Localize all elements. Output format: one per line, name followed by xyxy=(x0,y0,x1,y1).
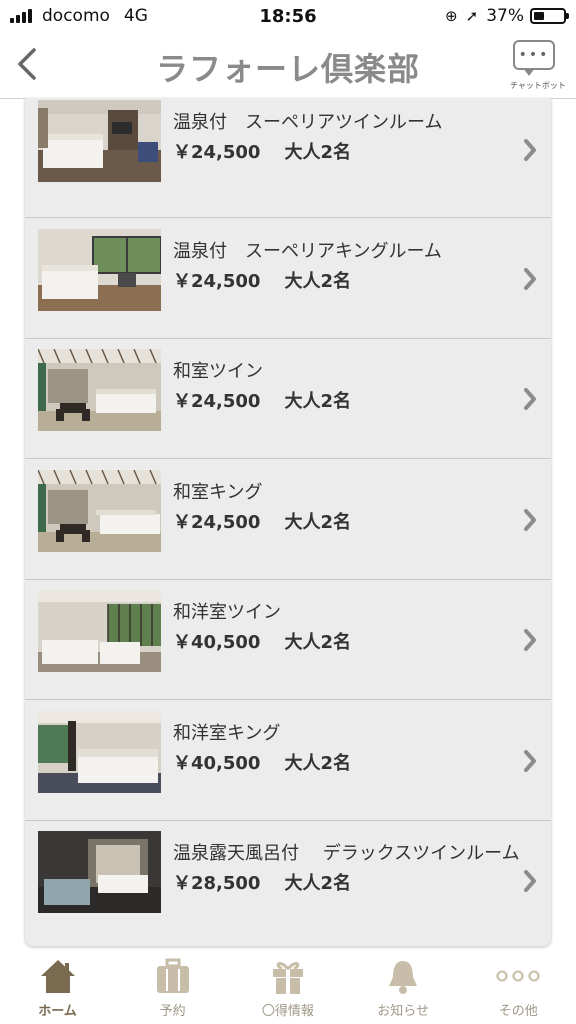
home-icon xyxy=(0,956,115,996)
tab-label: ホーム xyxy=(38,1004,77,1019)
room-guests: 大人2名 xyxy=(284,270,351,292)
tab-gift[interactable]: 〇得情報 xyxy=(230,956,345,1024)
room-thumbnail xyxy=(38,831,161,913)
chevron-right-icon xyxy=(524,508,536,531)
orientation-lock-icon: ⊕ xyxy=(445,7,458,25)
room-price: ￥24,500 xyxy=(173,270,261,292)
tab-home[interactable]: ホーム xyxy=(0,956,115,1024)
room-price-row: ￥28,500 大人2名 xyxy=(173,869,351,895)
tab-label: 予約 xyxy=(159,1004,186,1019)
room-price: ￥40,500 xyxy=(173,632,261,653)
room-thumbnail xyxy=(38,710,161,793)
room-name: 和洋室ツイン xyxy=(173,602,281,623)
room-thumbnail xyxy=(38,228,161,311)
room-price-row: ￥24,500 大人2名 xyxy=(173,138,351,164)
room-price-row: ￥24,500 大人2名 xyxy=(173,508,351,534)
battery-percent: 37% xyxy=(486,6,524,26)
room-guests: 大人2名 xyxy=(284,632,351,653)
chevron-right-icon xyxy=(524,267,536,290)
room-name: 和室ツイン xyxy=(173,361,263,382)
room-list-item[interactable]: 和洋室キング ￥40,500 大人2名 xyxy=(25,701,551,821)
chevron-right-icon xyxy=(524,388,536,410)
tab-suitcase[interactable]: 予約 xyxy=(115,956,230,1024)
chatbot-button[interactable]: ••• チャットボット xyxy=(510,40,566,92)
room-list-item[interactable]: 温泉露天風呂付 デラックスツインルーム ￥28,500 大人2名 xyxy=(25,821,551,941)
tab-bell[interactable]: お知らせ xyxy=(346,956,461,1024)
room-list: 温泉付 スーペリアツインルーム ￥24,500 大人2名 温泉付 スーペリアキングルー… xyxy=(25,98,551,946)
room-thumbnail xyxy=(38,349,161,431)
room-name: 温泉付 スーペリアツインルーム xyxy=(173,112,443,133)
room-list-item[interactable]: 和洋室ツイン ￥40,500 大人2名 xyxy=(25,580,551,700)
room-price: ￥40,500 xyxy=(173,752,261,774)
room-list-item[interactable]: 温泉付 スーペリアツインルーム ￥24,500 大人2名 xyxy=(25,98,551,218)
room-name: 温泉付 スーペリアキングルーム xyxy=(173,240,442,262)
room-price: ￥24,500 xyxy=(173,391,261,412)
chat-dots: ••• xyxy=(518,47,550,63)
room-name: 和洋室キング xyxy=(173,722,281,744)
room-guests: 大人2名 xyxy=(284,511,351,533)
chevron-right-icon xyxy=(524,139,536,161)
room-name: 温泉露天風呂付 デラックスツインルーム xyxy=(173,843,520,864)
room-thumbnail xyxy=(38,469,161,552)
tab-label: その他 xyxy=(498,1004,538,1019)
room-list-item[interactable]: 和室キング ￥24,500 大人2名 xyxy=(25,460,551,580)
room-price-row: ￥40,500 大人2名 xyxy=(173,749,351,775)
tab-label: お知らせ xyxy=(377,1004,429,1019)
chevron-right-icon xyxy=(524,629,536,651)
bell-icon xyxy=(346,956,461,996)
chevron-right-icon xyxy=(524,870,536,892)
status-bar: docomo 4G 18:56 ⊕ ➚ 37% xyxy=(0,0,576,34)
room-thumbnail xyxy=(38,100,161,182)
room-thumbnail xyxy=(38,590,161,672)
chevron-right-icon xyxy=(524,749,536,772)
room-price: ￥24,500 xyxy=(173,142,261,163)
room-price: ￥28,500 xyxy=(173,873,261,894)
battery-icon xyxy=(530,8,569,24)
room-price-row: ￥24,500 大人2名 xyxy=(173,387,351,413)
room-guests: 大人2名 xyxy=(284,752,351,774)
tab-label: 〇得情報 xyxy=(261,1004,314,1019)
room-guests: 大人2名 xyxy=(284,391,351,412)
room-price-row: ￥24,500 大人2名 xyxy=(173,267,351,293)
more-icon xyxy=(461,956,576,996)
chatbot-label: チャットボット xyxy=(510,81,566,90)
app-logo-title: ラフォーレ倶楽部 xyxy=(155,50,420,88)
suitcase-icon xyxy=(115,956,230,996)
battery-fill xyxy=(534,12,545,20)
room-price: ￥24,500 xyxy=(173,511,261,533)
status-right: ⊕ ➚ 37% xyxy=(445,6,569,26)
room-guests: 大人2名 xyxy=(284,142,351,163)
room-name: 和室キング xyxy=(173,481,263,503)
chat-bubble-icon: ••• xyxy=(513,40,555,76)
room-list-item[interactable]: 温泉付 スーペリアキングルーム ￥24,500 大人2名 xyxy=(25,219,551,339)
room-price-row: ￥40,500 大人2名 xyxy=(173,628,351,654)
room-guests: 大人2名 xyxy=(284,873,351,894)
gift-icon xyxy=(230,956,345,996)
bottom-tab-bar: ホーム 予約 〇得情報 お知らせ その他 xyxy=(0,956,576,1024)
tab-more[interactable]: その他 xyxy=(461,956,576,1024)
location-arrow-icon: ➚ xyxy=(465,7,479,25)
room-list-item[interactable]: 和室ツイン ￥24,500 大人2名 xyxy=(25,339,551,459)
nav-header: ラフォーレ倶楽部 ••• チャットボット xyxy=(0,34,576,99)
